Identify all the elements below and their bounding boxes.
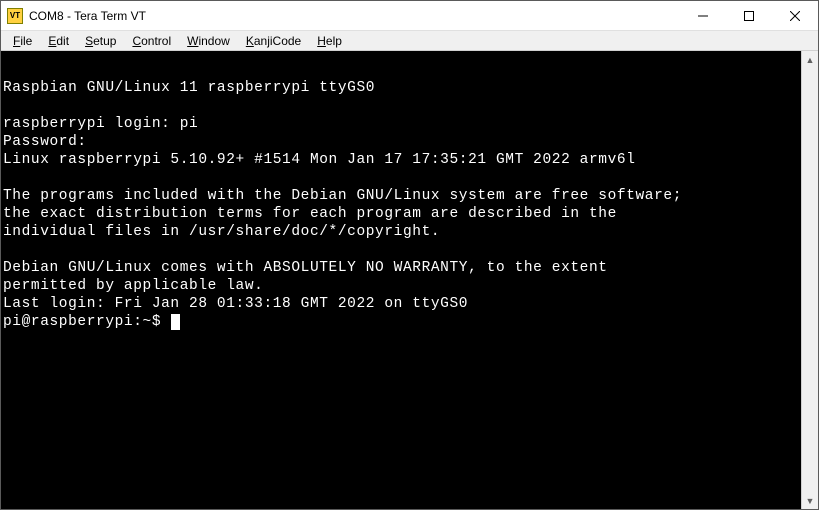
app-icon: VT [7,8,23,24]
minimize-button[interactable] [680,1,726,30]
terminal-line: Raspbian GNU/Linux 11 raspberrypi ttyGS0 [3,79,797,97]
menu-control[interactable]: Control [124,32,179,50]
menu-help[interactable]: Help [309,32,350,50]
terminal-line: The programs included with the Debian GN… [3,187,797,205]
cursor-icon [171,314,180,330]
menu-file[interactable]: File [5,32,40,50]
menu-kanjicode[interactable]: KanjiCode [238,32,309,50]
titlebar: VT COM8 - Tera Term VT [1,1,818,31]
close-button[interactable] [772,1,818,30]
maximize-button[interactable] [726,1,772,30]
terminal-line [3,61,797,79]
terminal-line [3,97,797,115]
terminal-line: individual files in /usr/share/doc/*/cop… [3,223,797,241]
terminal-line: Debian GNU/Linux comes with ABSOLUTELY N… [3,259,797,277]
menu-edit[interactable]: Edit [40,32,77,50]
window-controls [680,1,818,30]
terminal-line: raspberrypi login: pi [3,115,797,133]
menubar: File Edit Setup Control Window KanjiCode… [1,31,818,51]
terminal-line: the exact distribution terms for each pr… [3,205,797,223]
terminal[interactable]: Raspbian GNU/Linux 11 raspberrypi ttyGS0… [1,51,801,509]
terminal-line: Linux raspberrypi 5.10.92+ #1514 Mon Jan… [3,151,797,169]
terminal-prompt[interactable]: pi@raspberrypi:~$ [3,313,797,331]
terminal-line [3,241,797,259]
terminal-area: Raspbian GNU/Linux 11 raspberrypi ttyGS0… [1,51,818,509]
scroll-up-icon[interactable]: ▲ [802,51,818,68]
terminal-line: Last login: Fri Jan 28 01:33:18 GMT 2022… [3,295,797,313]
terminal-line: Password: [3,133,797,151]
window-title: COM8 - Tera Term VT [29,9,680,23]
menu-window[interactable]: Window [179,32,238,50]
terminal-line: permitted by applicable law. [3,277,797,295]
terminal-line [3,169,797,187]
scroll-down-icon[interactable]: ▼ [802,492,818,509]
menu-setup[interactable]: Setup [77,32,124,50]
scrollbar[interactable]: ▲ ▼ [801,51,818,509]
